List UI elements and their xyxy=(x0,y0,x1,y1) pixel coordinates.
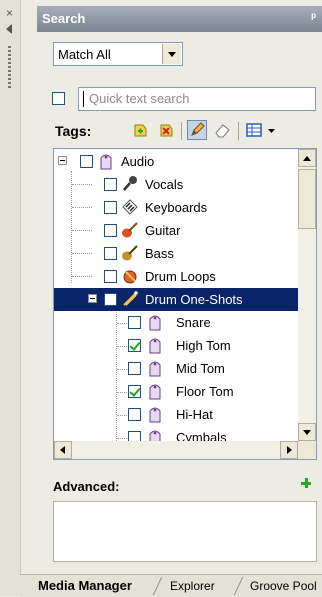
bottom-tab-bar: Media Manager Explorer Groove Pool xyxy=(20,574,322,597)
tree-item-label: Guitar xyxy=(145,223,181,238)
tab-separator xyxy=(152,577,163,595)
scroll-down-icon[interactable] xyxy=(298,423,316,441)
collapse-arrow-icon[interactable] xyxy=(6,24,12,34)
tree-item-snare[interactable]: Snare xyxy=(54,311,298,334)
tags-label: Tags: xyxy=(55,123,92,139)
tree-item-checkbox[interactable] xyxy=(128,316,141,329)
keyboard-icon xyxy=(122,199,138,215)
tree-item-checkbox[interactable] xyxy=(104,201,117,214)
add-tag-icon[interactable] xyxy=(130,120,150,140)
eraser-icon[interactable] xyxy=(212,120,232,140)
tree-item-checkbox[interactable] xyxy=(128,362,141,375)
match-mode-value: Match All xyxy=(58,47,111,62)
tree-item-checkbox[interactable] xyxy=(104,270,117,283)
tree-item-checkbox[interactable] xyxy=(104,178,117,191)
tab-explorer[interactable]: Explorer xyxy=(170,579,215,593)
tree-item-label: Drum Loops xyxy=(145,269,216,284)
vertical-scrollbar[interactable] xyxy=(298,149,316,441)
tree-item-label: Snare xyxy=(176,315,211,330)
collapse-toggle-icon[interactable] xyxy=(88,294,97,303)
dock-rail: × xyxy=(0,0,21,596)
microphone-icon xyxy=(123,176,137,191)
tree-item-drum-one-shots[interactable]: Drum One-Shots xyxy=(54,288,298,311)
tree-item-high-tom[interactable]: High Tom xyxy=(54,334,298,357)
scrollbar-corner xyxy=(298,441,316,459)
tag-icon xyxy=(149,315,161,331)
add-condition-icon[interactable] xyxy=(301,478,311,488)
advanced-label: Advanced: xyxy=(53,479,120,494)
tree-item-mid-tom[interactable]: Mid Tom xyxy=(54,357,298,380)
match-mode-dropdown[interactable]: Match All xyxy=(53,42,183,66)
tree-item-hi-hat[interactable]: Hi-Hat xyxy=(54,403,298,426)
tree-item-label: Keyboards xyxy=(145,200,208,215)
collapse-toggle-icon[interactable] xyxy=(58,156,67,165)
tree-item-label: Hi-Hat xyxy=(176,407,213,422)
drumsticks-icon xyxy=(123,291,138,306)
tree-item-label: Audio xyxy=(121,154,155,169)
tag-icon xyxy=(149,384,161,400)
panel-title-bar[interactable]: Search ᵖ xyxy=(37,6,322,32)
toolbar-separator xyxy=(181,122,182,140)
tag-icon xyxy=(149,407,161,423)
tab-groove-pool[interactable]: Groove Pool xyxy=(250,579,317,593)
remove-tag-icon[interactable] xyxy=(156,120,176,140)
advanced-conditions-box[interactable] xyxy=(53,501,317,562)
quick-search-placeholder: Quick text search xyxy=(89,91,190,106)
toolbar-separator xyxy=(238,122,239,140)
edit-tag-icon[interactable] xyxy=(187,120,207,140)
drag-grip-icon[interactable] xyxy=(8,46,11,88)
scroll-up-icon[interactable] xyxy=(298,149,316,167)
quick-search-checkbox[interactable] xyxy=(52,92,65,105)
tree-item-checkbox[interactable] xyxy=(104,247,117,260)
bass-icon xyxy=(122,245,138,261)
tab-separator xyxy=(233,577,244,595)
tree-item-checkbox[interactable] xyxy=(128,339,141,352)
close-icon[interactable]: × xyxy=(6,6,13,20)
dropdown-arrow-icon[interactable] xyxy=(266,120,286,140)
scroll-left-icon[interactable] xyxy=(54,441,72,459)
text-cursor xyxy=(83,91,84,107)
quick-search-input[interactable]: Quick text search xyxy=(78,87,316,111)
tree-item-checkbox[interactable] xyxy=(104,293,117,306)
tag-icon xyxy=(149,361,161,377)
tag-tree[interactable]: Audio Vocals Keyboards Guitar Bass Drum … xyxy=(53,148,317,460)
advanced-section: Advanced: xyxy=(53,472,317,568)
tree-item-keyboards[interactable]: Keyboards xyxy=(54,196,298,219)
scroll-right-icon[interactable] xyxy=(280,441,298,459)
tree-item-checkbox[interactable] xyxy=(128,385,141,398)
chevron-down-icon[interactable] xyxy=(162,44,181,64)
tree-item-label: High Tom xyxy=(176,338,231,353)
tag-icon xyxy=(100,154,112,170)
tree-item-floor-tom[interactable]: Floor Tom xyxy=(54,380,298,403)
tree-item-bass[interactable]: Bass xyxy=(54,242,298,265)
tree-item-drum-loops[interactable]: Drum Loops xyxy=(54,265,298,288)
tab-media-manager[interactable]: Media Manager xyxy=(38,578,132,593)
tree-item-label: Bass xyxy=(145,246,174,261)
guitar-icon xyxy=(122,222,138,238)
tree-item-checkbox[interactable] xyxy=(104,224,117,237)
drum-loops-icon xyxy=(123,270,137,284)
tree-item-label: Floor Tom xyxy=(176,384,234,399)
pin-icon[interactable]: ᵖ xyxy=(311,10,316,24)
tree-item-label: Vocals xyxy=(145,177,184,192)
scroll-thumb[interactable] xyxy=(298,169,316,229)
tree-item-vocals[interactable]: Vocals xyxy=(54,173,298,196)
tree-item-label: Drum One-Shots xyxy=(145,292,243,307)
horizontal-scrollbar[interactable] xyxy=(54,441,298,459)
tree-item-audio[interactable]: Audio xyxy=(54,150,298,173)
tree-item-guitar[interactable]: Guitar xyxy=(54,219,298,242)
tree-item-label: Mid Tom xyxy=(176,361,225,376)
tag-icon xyxy=(149,338,161,354)
tree-item-checkbox[interactable] xyxy=(80,155,93,168)
panel-title: Search xyxy=(42,11,86,26)
tree-item-checkbox[interactable] xyxy=(128,408,141,421)
view-toggle-icon[interactable] xyxy=(244,120,264,140)
